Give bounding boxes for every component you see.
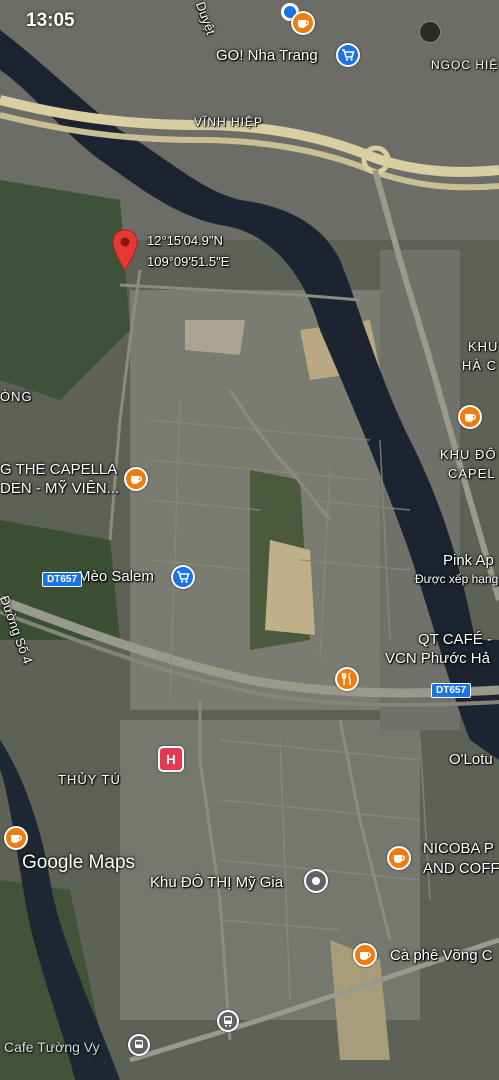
- label-capella-2[interactable]: DEN - MỸ VIÊN...: [0, 480, 119, 498]
- cart-icon[interactable]: [171, 565, 195, 589]
- label-thuy-tu: THỦY TÚ: [58, 772, 121, 787]
- label-nicoba-2[interactable]: AND COFF: [423, 860, 499, 878]
- road-shield-dt657-left: DT657: [42, 572, 83, 587]
- label-khu-ha-1: KHU: [468, 339, 499, 354]
- bus-icon[interactable]: [217, 1010, 239, 1032]
- cup-icon[interactable]: [4, 826, 28, 850]
- google-maps-logo: Google Maps: [22, 852, 136, 873]
- fork-icon[interactable]: [335, 667, 359, 691]
- cup-icon[interactable]: [387, 846, 411, 870]
- label-ca-phe-vong[interactable]: Cà phê Võng C: [390, 947, 493, 965]
- avatar[interactable]: [419, 21, 441, 43]
- label-capella-1[interactable]: G THE CAPELLA: [0, 461, 117, 479]
- label-khu-do-2: CAPEL: [448, 466, 496, 481]
- label-khu-ha-2: HÀ C: [462, 358, 498, 373]
- map-pin-icon: [112, 229, 138, 271]
- cup-icon[interactable]: [353, 943, 377, 967]
- label-qt-cafe-1[interactable]: QT CAFÉ -: [418, 631, 492, 649]
- pin-longitude: 109°09'51.5"E: [147, 254, 230, 269]
- label-bottom-left[interactable]: Cafe Tường Vy: [4, 1039, 100, 1055]
- cup-icon[interactable]: [124, 467, 148, 491]
- label-nicoba-1[interactable]: NICOBA P: [423, 840, 494, 858]
- label-khu-do-thi-my-gia[interactable]: Khu ĐÔ THỊ Mỹ Gia: [150, 874, 283, 892]
- satellite-map[interactable]: 13:05 12°15'04.9"N 109°09'51.5"E Duyệt G…: [0, 0, 499, 1080]
- dropped-pin[interactable]: [111, 228, 139, 272]
- neighborhood-marker-icon[interactable]: [304, 869, 328, 893]
- road-shield-dt657-right: DT657: [431, 683, 472, 698]
- label-duoc-xep-hang: Được xếp hạng: [415, 572, 499, 586]
- hospital-icon[interactable]: H: [158, 746, 184, 772]
- label-o-lotus[interactable]: O'Lotu: [449, 751, 493, 769]
- label-meo-salem[interactable]: Mèo Salem: [78, 568, 154, 586]
- label-ngoc-hiep: NGỌC HIỆ: [431, 58, 499, 72]
- transit-icon[interactable]: [128, 1034, 150, 1056]
- label-khu-do-1: KHU ĐÔ: [440, 447, 497, 462]
- label-pink-ap[interactable]: Pink Ap: [443, 552, 494, 570]
- cup-icon[interactable]: [291, 11, 315, 35]
- label-ong: ÒNG: [0, 389, 33, 404]
- cart-icon[interactable]: [336, 43, 360, 67]
- pin-latitude: 12°15'04.9"N: [147, 233, 223, 248]
- cup-icon[interactable]: [458, 405, 482, 429]
- map-imagery: [0, 0, 499, 1080]
- label-go-nha-trang[interactable]: GO! Nha Trang: [216, 47, 318, 65]
- label-vinh-hiep: VĨNH HIỆP: [194, 115, 264, 129]
- label-qt-cafe-2[interactable]: VCN Phước Hả: [385, 650, 490, 668]
- status-time: 13:05: [26, 10, 75, 31]
